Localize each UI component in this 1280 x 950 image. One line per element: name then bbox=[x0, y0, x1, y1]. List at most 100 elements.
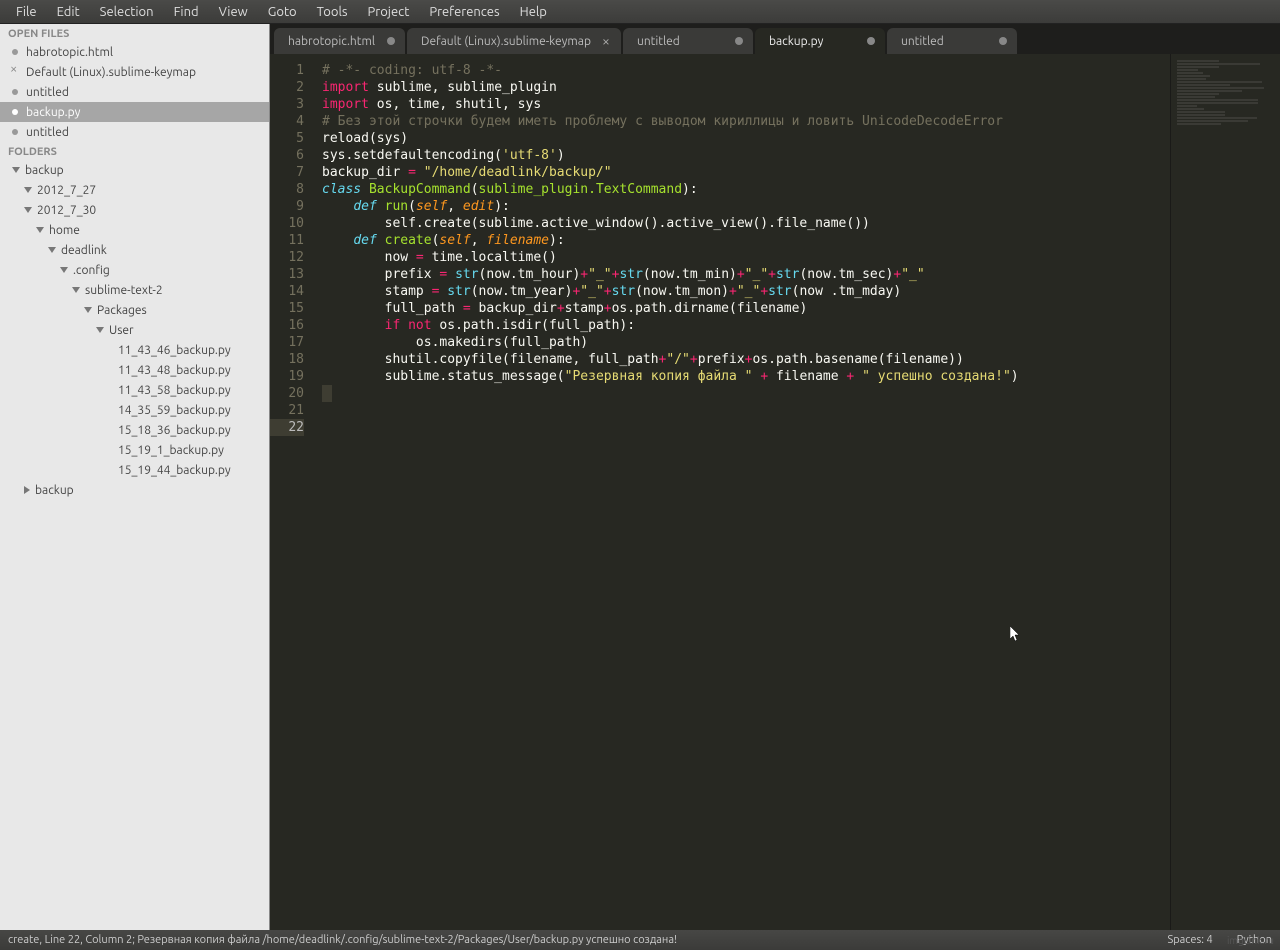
chevron-right-icon[interactable] bbox=[24, 486, 30, 494]
chevron-down-icon[interactable] bbox=[24, 207, 32, 213]
tree-label: backup bbox=[35, 484, 74, 497]
tree-file[interactable]: 15_19_1_backup.py bbox=[0, 440, 269, 460]
line-number: 20 bbox=[270, 385, 304, 402]
chevron-down-icon[interactable] bbox=[48, 247, 56, 253]
code-line[interactable]: stamp = str(now.tm_year)+"_"+str(now.tm_… bbox=[322, 283, 1170, 300]
line-number: 5 bbox=[270, 130, 304, 147]
tab[interactable]: untitled bbox=[623, 28, 753, 54]
menu-edit[interactable]: Edit bbox=[47, 2, 90, 22]
status-left: create, Line 22, Column 2; Резервная коп… bbox=[8, 934, 677, 946]
code-line[interactable]: os.makedirs(full_path) bbox=[322, 334, 1170, 351]
tree-file[interactable]: 11_43_58_backup.py bbox=[0, 380, 269, 400]
tree-folder[interactable]: backup bbox=[0, 480, 269, 500]
tree-folder[interactable]: home bbox=[0, 220, 269, 240]
chevron-down-icon[interactable] bbox=[84, 307, 92, 313]
line-number: 8 bbox=[270, 181, 304, 198]
code-line[interactable]: shutil.copyfile(filename, full_path+"/"+… bbox=[322, 351, 1170, 368]
tree-folder[interactable]: 2012_7_30 bbox=[0, 200, 269, 220]
tree-file[interactable]: 11_43_46_backup.py bbox=[0, 340, 269, 360]
tree-label: 11_43_48_backup.py bbox=[118, 364, 231, 377]
tab[interactable]: Default (Linux).sublime-keymap bbox=[407, 28, 621, 54]
close-icon[interactable] bbox=[603, 37, 611, 45]
menu-help[interactable]: Help bbox=[510, 2, 557, 22]
code-line[interactable]: import sublime, sublime_plugin bbox=[322, 79, 1170, 96]
menu-project[interactable]: Project bbox=[358, 2, 420, 22]
tree-label: User bbox=[109, 324, 134, 337]
editor-body[interactable]: 12345678910111213141516171819202122 # -*… bbox=[270, 54, 1280, 930]
close-icon[interactable] bbox=[12, 69, 18, 75]
code-line[interactable]: if not os.path.isdir(full_path): bbox=[322, 317, 1170, 334]
code-line[interactable]: # -*- coding: utf-8 -*- bbox=[322, 62, 1170, 79]
line-number: 3 bbox=[270, 96, 304, 113]
tree-folder[interactable]: deadlink bbox=[0, 240, 269, 260]
code-line[interactable]: def create(self, filename): bbox=[322, 232, 1170, 249]
tab[interactable]: backup.py bbox=[755, 28, 885, 54]
line-number: 21 bbox=[270, 402, 304, 419]
tree-file[interactable]: 15_19_44_backup.py bbox=[0, 460, 269, 480]
open-file-item[interactable]: untitled bbox=[0, 122, 269, 142]
menu-goto[interactable]: Goto bbox=[258, 2, 307, 22]
tree-folder[interactable]: User bbox=[0, 320, 269, 340]
menu-view[interactable]: View bbox=[209, 2, 258, 22]
code-line[interactable]: class BackupCommand(sublime_plugin.TextC… bbox=[322, 181, 1170, 198]
tab-label: habrotopic.html bbox=[288, 35, 375, 48]
tree-folder[interactable]: .config bbox=[0, 260, 269, 280]
minimap-line bbox=[1177, 102, 1258, 104]
open-file-item[interactable]: backup.py bbox=[0, 102, 269, 122]
tab[interactable]: untitled bbox=[887, 28, 1017, 54]
chevron-down-icon[interactable] bbox=[72, 287, 80, 293]
code-line[interactable]: self.create(sublime.active_window().acti… bbox=[322, 215, 1170, 232]
open-file-item[interactable]: Default (Linux).sublime-keymap bbox=[0, 62, 269, 82]
minimap-line bbox=[1177, 90, 1242, 92]
chevron-down-icon[interactable] bbox=[96, 327, 104, 333]
code-line[interactable]: sys.setdefaultencoding('utf-8') bbox=[322, 147, 1170, 164]
tree-folder[interactable]: Packages bbox=[0, 300, 269, 320]
code-line[interactable]: import os, time, shutil, sys bbox=[322, 96, 1170, 113]
line-number: 22 bbox=[270, 419, 304, 436]
minimap-line bbox=[1177, 72, 1203, 74]
tree-file[interactable]: 11_43_48_backup.py bbox=[0, 360, 269, 380]
code-line[interactable]: reload(sys) bbox=[322, 130, 1170, 147]
tree-label: deadlink bbox=[61, 244, 107, 257]
menu-selection[interactable]: Selection bbox=[90, 2, 164, 22]
code-line[interactable]: prefix = str(now.tm_hour)+"_"+str(now.tm… bbox=[322, 266, 1170, 283]
tree-folder[interactable]: 2012_7_27 bbox=[0, 180, 269, 200]
tree-label: sublime-text-2 bbox=[85, 284, 163, 297]
tree-file[interactable]: 15_18_36_backup.py bbox=[0, 420, 269, 440]
chevron-down-icon[interactable] bbox=[60, 267, 68, 273]
minimap-line bbox=[1177, 114, 1225, 116]
chevron-down-icon[interactable] bbox=[12, 167, 20, 173]
tab[interactable]: habrotopic.html bbox=[274, 28, 405, 54]
code-line[interactable]: sublime.status_message("Резервная копия … bbox=[322, 368, 1170, 385]
dirty-dot-icon bbox=[867, 37, 875, 45]
code[interactable]: # -*- coding: utf-8 -*-import sublime, s… bbox=[312, 54, 1170, 930]
menu-tools[interactable]: Tools bbox=[307, 2, 358, 22]
status-spaces[interactable]: Spaces: 4 bbox=[1167, 934, 1212, 946]
open-file-item[interactable]: habrotopic.html bbox=[0, 42, 269, 62]
line-number: 2 bbox=[270, 79, 304, 96]
menu-find[interactable]: Find bbox=[164, 2, 209, 22]
code-line[interactable]: backup_dir = "/home/deadlink/backup/" bbox=[322, 164, 1170, 181]
tree-file[interactable]: 14_35_59_backup.py bbox=[0, 400, 269, 420]
line-number: 19 bbox=[270, 368, 304, 385]
code-line[interactable]: now = time.localtime() bbox=[322, 249, 1170, 266]
menu-file[interactable]: File bbox=[6, 2, 47, 22]
chevron-down-icon[interactable] bbox=[36, 227, 44, 233]
minimap-line bbox=[1177, 105, 1197, 107]
minimap-line bbox=[1177, 111, 1225, 113]
sidebar: OPEN FILES habrotopic.htmlDefault (Linux… bbox=[0, 24, 270, 930]
code-line[interactable] bbox=[322, 385, 332, 402]
watermark: imgLink.ru bbox=[1227, 935, 1274, 946]
open-file-label: backup.py bbox=[26, 106, 80, 119]
code-line[interactable]: def run(self, edit): bbox=[322, 198, 1170, 215]
tree-folder[interactable]: backup bbox=[0, 160, 269, 180]
minimap-line bbox=[1177, 93, 1219, 95]
code-line[interactable]: full_path = backup_dir+stamp+os.path.dir… bbox=[322, 300, 1170, 317]
menu-preferences[interactable]: Preferences bbox=[419, 2, 509, 22]
line-number: 11 bbox=[270, 232, 304, 249]
tree-folder[interactable]: sublime-text-2 bbox=[0, 280, 269, 300]
code-line[interactable]: # Без этой строчки будем иметь проблему … bbox=[322, 113, 1170, 130]
chevron-down-icon[interactable] bbox=[24, 187, 32, 193]
open-file-item[interactable]: untitled bbox=[0, 82, 269, 102]
minimap[interactable] bbox=[1170, 54, 1280, 930]
